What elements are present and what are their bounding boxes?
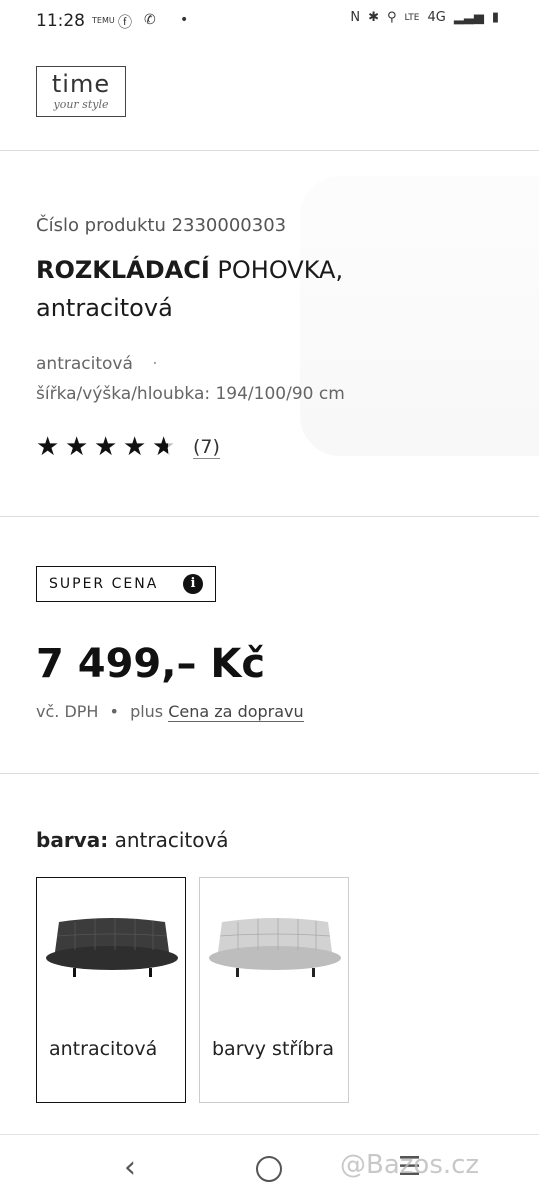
plus-text: plus [130,702,164,721]
separator: • [109,702,119,721]
color-label: barva: antracitová [36,828,229,852]
price-section: SUPER CENA i 7 499,– Kč vč. DPH • plus C… [0,516,539,774]
color-option-name: antracitová [49,1038,158,1060]
half-star-icon: ★ [152,432,181,462]
color-section: barva: antracitová antracitová barvy stř… [0,774,539,1135]
android-nav-bar: ‹ ☰ @Bazos.cz [0,1136,539,1200]
star-icon: ★ [123,432,147,462]
review-count-link[interactable]: (7) [193,436,220,459]
logo-sub: your style [53,98,109,111]
network-label: 4G [427,10,446,25]
star-icon: ★ [94,432,118,462]
info-icon[interactable]: i [183,574,203,594]
star-icon: ★ [36,432,60,462]
temu-icon: TEMU [92,16,115,25]
bazos-watermark: @Bazos.cz [340,1150,480,1180]
bluetooth-icon: ✱ [368,10,379,25]
product-variant: antracitová · [36,354,158,374]
variant-text: antracitová [36,354,133,374]
color-label-value: antracitová [114,828,229,852]
whatsapp-icon: ✆ [144,12,156,28]
price: 7 499,– Kč [36,641,266,687]
time-logo[interactable]: time your style [36,66,126,117]
nfc-icon: N [350,10,361,25]
color-option-antracitova[interactable]: antracitová [36,877,186,1103]
vat-text: vč. DPH [36,702,99,721]
dot-icon: • [180,12,189,28]
signal-icon: ▂▃▅ [453,10,484,25]
rating-stars[interactable]: ★ ★ ★ ★ ★ (7) [36,432,220,462]
volte-icon: LTE [404,12,420,23]
back-icon[interactable]: ‹ [124,1150,136,1185]
sofa-image-dark [46,918,178,977]
vat-line: vč. DPH • plus Cena za dopravu [36,702,304,722]
logo-main: time [51,70,111,98]
product-info-section: Číslo produktu 2330000303 ROZKLÁDACÍ POH… [0,151,539,517]
location-icon: ⚲ [386,10,397,25]
sofa-image-silver [209,918,341,977]
product-dimensions: šířka/výška/hloubka: 194/100/90 cm [36,384,345,404]
star-icon: ★ [65,432,89,462]
status-time: 11:28 [36,11,85,31]
color-option-silver[interactable]: barvy stříbra [199,877,349,1103]
site-header: time your style [0,44,539,151]
product-title-bold: ROZKLÁDACÍ [36,256,210,284]
battery-icon: ▮ [491,10,499,25]
color-label-key: barva: [36,828,109,852]
color-option-name: barvy stříbra [212,1038,334,1060]
badge-label: SUPER CENA [49,576,159,592]
super-cena-badge[interactable]: SUPER CENA i [36,566,216,602]
facebook-icon: ⓕ [118,15,132,31]
product-title: ROZKLÁDACÍ POHOVKA, antracitová [36,251,476,327]
shipping-price-link[interactable]: Cena za dopravu [168,702,304,722]
status-bar: 11:28 TEMU ⓕ ✆ • N ✱ ⚲ LTE 4G ▂▃▅ ▮ [0,0,539,44]
home-icon[interactable] [256,1156,282,1182]
product-number: Číslo produktu 2330000303 [36,215,287,236]
status-icons: N ✱ ⚲ LTE 4G ▂▃▅ ▮ [350,10,499,25]
